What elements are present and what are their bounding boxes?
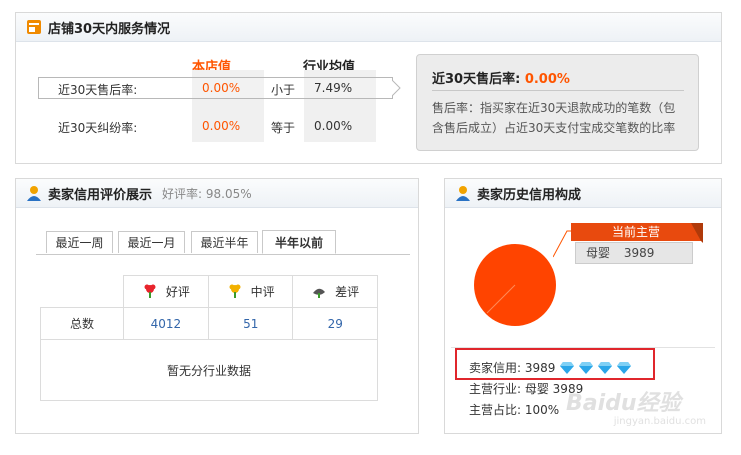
row-pointer-arrow — [392, 80, 401, 96]
tip-divider — [432, 90, 684, 91]
good-flower-icon — [144, 284, 156, 298]
row1-industry-value: 7.49% — [314, 81, 353, 95]
service-title: 店铺30天内服务情况 — [48, 21, 171, 37]
credit-tabs: 最近一周 最近一月 最近半年 半年以前 — [46, 230, 406, 255]
tab-last-month[interactable]: 最近一月 — [118, 231, 185, 253]
header-bad: 差评 — [335, 285, 360, 299]
row1-compare: 小于 — [271, 83, 296, 97]
row1-store-value: 0.00% — [202, 81, 241, 95]
baidu-jingyan-watermark: Baidu经验 jingyan.baidu.com — [566, 391, 706, 428]
pie-leader-line — [553, 230, 573, 258]
credit-pie-chart — [474, 244, 556, 326]
credit-title: 卖家信用评价展示 — [48, 187, 153, 203]
diamond-icon — [616, 362, 631, 374]
seller-avatar-icon — [26, 185, 42, 201]
credit-panel-header: 卖家信用评价展示 好评率: 98.05% — [16, 179, 418, 208]
good-rate: 好评率: 98.05% — [162, 186, 252, 201]
header-good: 好评 — [165, 285, 190, 299]
seller-credit-line: 卖家信用: 3989 — [469, 359, 631, 376]
diamond-icon — [579, 362, 594, 374]
service-panel-header: 店铺30天内服务情况 — [16, 13, 721, 42]
credit-table: 好评 中评 差评 总数 4012 51 29 暂无分行业数据 — [40, 275, 378, 401]
tab-last-week[interactable]: 最近一周 — [46, 231, 113, 253]
row2-industry-value: 0.00% — [314, 119, 353, 133]
history-panel-header: 卖家历史信用构成 — [445, 179, 721, 208]
banner-fold — [691, 223, 703, 243]
diamond-icon — [597, 362, 612, 374]
bad-wilted-flower-icon — [313, 288, 326, 298]
row1-label: 近30天售后率: — [58, 83, 138, 97]
row-label-total: 总数 — [40, 307, 124, 340]
service-panel: 店铺30天内服务情况 本店值 行业均值 近30天售后率: 0.00% 小于 7.… — [15, 12, 722, 164]
tip-desc-line2: 含售后成立）占近30天支付宝成交笔数的比率 — [432, 121, 676, 135]
tip-desc-line1: 售后率：指买家在近30天退款成功的笔数（包 — [432, 101, 676, 115]
header-neutral: 中评 — [250, 285, 275, 299]
good-count[interactable]: 4012 — [122, 307, 209, 340]
row2-label: 近30天纠纷率: — [58, 121, 138, 135]
row2-store-value: 0.00% — [202, 119, 241, 133]
main-ratio-line: 主营占比: 100% — [469, 403, 560, 417]
credit-panel: 卖家信用评价展示 好评率: 98.05% 最近一周 最近一月 最近半年 半年以前… — [15, 178, 419, 434]
bad-count[interactable]: 29 — [292, 307, 378, 340]
tip-title: 近30天售后率: — [432, 72, 521, 87]
neutral-count[interactable]: 51 — [207, 307, 294, 340]
row2-compare: 等于 — [271, 121, 296, 135]
main-category-name: 母婴 — [586, 246, 611, 260]
shop-icon — [26, 19, 42, 35]
main-category-value: 3989 — [623, 246, 655, 260]
main-category-box: 母婴 3989 — [575, 242, 693, 264]
tabs-baseline — [36, 254, 410, 255]
tip-value: 0.00% — [524, 72, 570, 87]
neutral-flower-icon — [229, 284, 241, 298]
history-title: 卖家历史信用构成 — [477, 187, 582, 203]
tab-last-half-year[interactable]: 最近半年 — [191, 231, 258, 253]
seller-credit-text: 卖家信用: 3989 — [469, 361, 556, 375]
seller-avatar-icon-2 — [455, 185, 471, 201]
tab-before-half-year[interactable]: 半年以前 — [262, 230, 336, 254]
no-data-message: 暂无分行业数据 — [40, 339, 378, 401]
tip-box: 近30天售后率: 0.00% 售后率：指买家在近30天退款成功的笔数（包 含售后… — [416, 54, 699, 151]
main-category-banner: 当前主营 — [571, 223, 701, 241]
diamond-icon — [560, 362, 575, 374]
